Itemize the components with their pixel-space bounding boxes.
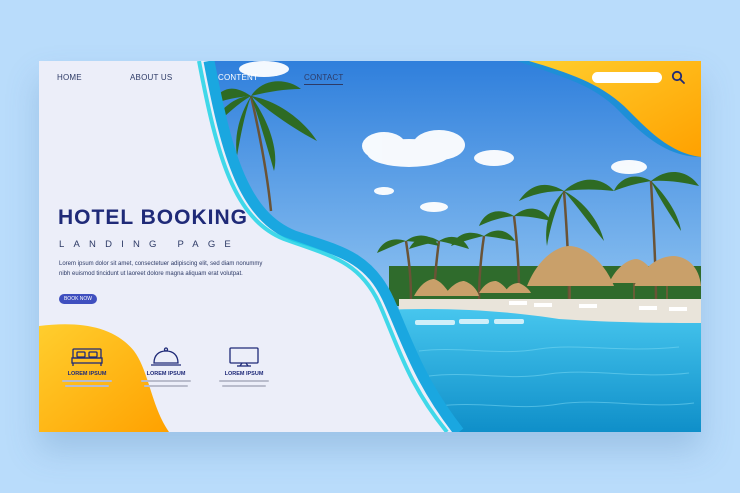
feature-text-line [141,380,191,382]
book-now-button[interactable]: BOOK NOW [59,294,97,304]
hero-description: Lorem ipsum dolor sit amet, consectetuer… [59,261,263,277]
search-icon[interactable] [671,70,686,85]
tv-icon [229,347,259,367]
nav-contact[interactable]: CONTACT [304,73,344,85]
feature-item: LOREM IPSUM [214,346,274,387]
feature-text-line [62,380,112,382]
feature-item: LOREM IPSUM [136,346,196,387]
page-title: HOTEL BOOKING [58,206,248,229]
room-service-icon [151,347,181,366]
bed-icon [71,348,103,366]
feature-text-line [144,385,188,387]
nav-home[interactable]: HOME [57,73,82,82]
landing-page-card: HOME ABOUT US CONTENT CONTACT HOTEL BOOK… [39,61,701,432]
feature-text-line [222,385,266,387]
feature-text-line [219,380,269,382]
page-subtitle: LANDING PAGE [59,239,240,250]
nav-content[interactable]: CONTENT [218,73,258,82]
search-input[interactable] [592,72,662,83]
feature-title: LOREM IPSUM [67,371,107,377]
feature-title: LOREM IPSUM [224,371,264,377]
feature-title: LOREM IPSUM [146,371,186,377]
feature-text-line [65,385,109,387]
nav-about-us[interactable]: ABOUT US [130,73,172,82]
feature-item: LOREM IPSUM [57,346,117,387]
